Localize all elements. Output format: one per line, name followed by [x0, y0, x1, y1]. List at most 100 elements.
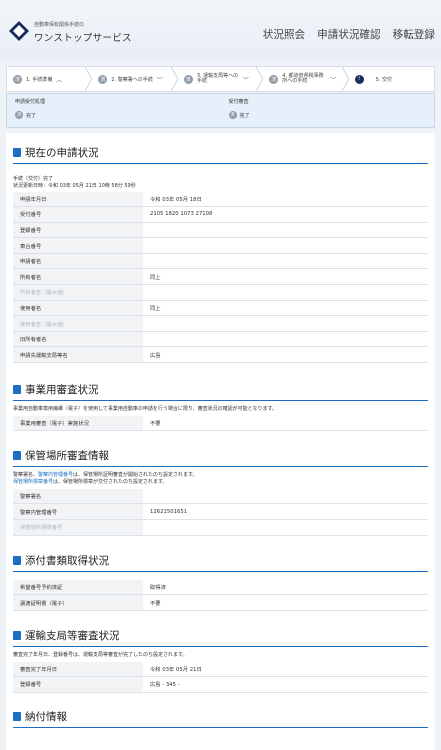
row-value: 不要 — [143, 415, 428, 432]
section-business: 事業用審査状況 事業用自動車専用繊維（電子）を使用して事業用自動車の申請を行う場… — [13, 363, 428, 432]
status-label: 受付審査 — [228, 99, 249, 105]
section-note: 事業用自動車専用繊維（電子）を使用して事業用自動車の申請を行う場合に限り、審査状… — [13, 406, 278, 413]
nav-application-status[interactable]: 申請状況確認 — [317, 27, 381, 42]
step-done-icon: 済 — [269, 74, 279, 84]
section-title-text: 保管場所審査情報 — [25, 450, 109, 463]
row-label: 申請年月日 — [13, 191, 143, 208]
step-4[interactable]: 済 4. 都道府県税事務所への手続 ﹀ — [263, 67, 349, 91]
table-row: 申請年月日 令和 03年 05月 18日 — [13, 191, 428, 208]
row-label: 希望番号予約済証 — [13, 579, 143, 596]
row-value: 令和 03年 05月 18日 — [143, 191, 428, 208]
table-row: 旧所有者名 — [13, 331, 428, 348]
status-receipt: 申請受付処理 済完了 — [7, 94, 221, 127]
row-label: 登録番号 — [13, 676, 143, 693]
status-note-line: 手続（交付）完了 — [13, 176, 54, 182]
row-label: 使用者名（最大値） — [13, 315, 143, 332]
row-value — [143, 315, 428, 332]
section-title: 運輸支局等審査状況 — [13, 628, 428, 647]
row-value — [143, 284, 428, 301]
section-title: 保管場所審査情報 — [13, 448, 428, 468]
row-label: 警察署名 — [13, 488, 143, 505]
table-row: 保管場所標章番号 — [13, 519, 428, 536]
row-label: 申請先運輸支局等名 — [13, 346, 143, 364]
current-table: 申請年月日 令和 03年 05月 18日 受付番号 2105 1820 1073 27… — [13, 191, 428, 364]
row-label: 申請者名 — [13, 253, 143, 270]
table-row: 事業用審査（電子）実施状況 不要 — [13, 415, 428, 432]
row-value: 同上 — [143, 300, 428, 317]
row-label: 所有者名（最大値） — [13, 284, 143, 301]
main-content: 現在の申請状況 手続（交付）完了 状況更新日時：令和 03年 05月 21日 1… — [6, 133, 435, 750]
row-value: 広島 - 345 - — [143, 676, 428, 693]
row-label: 登録番号 — [13, 222, 143, 239]
book-icon — [13, 711, 21, 721]
row-label: 使用者名 — [13, 300, 143, 317]
row-label: 受付番号 — [13, 206, 143, 223]
row-value — [143, 253, 428, 270]
step-done-icon: 済 — [183, 74, 193, 84]
step-label: 1. 手続準備 — [26, 76, 53, 83]
table-row: 使用者名（最大値） — [13, 315, 428, 332]
table-row: 譲渡証明書（電子） 不要 — [13, 594, 428, 611]
step-separator — [256, 67, 264, 91]
table-row: 登録番号 広島 - 345 - — [13, 676, 428, 693]
nav-transfer-registration[interactable]: 移転登録 — [393, 27, 435, 42]
row-label: 保管場所標章番号 — [13, 519, 143, 536]
table-row: 使用者名 同上 — [13, 300, 428, 317]
row-value — [143, 331, 428, 348]
logo-title: ワンストップサービス — [34, 33, 132, 44]
section-title: 現在の申請状況 — [13, 145, 428, 164]
chevron-down-icon: ﹀ — [330, 76, 337, 84]
parking-table: 警察署名 警察内管理番号 12621501651 保管場所標章番号 — [13, 488, 428, 536]
status-updated-time: 状況更新日時：令和 03年 05月 21日 10時 58分 59秒 — [13, 182, 136, 189]
logo-subtitle: 自動車保有関係手続の — [34, 22, 85, 28]
status-note: 手続（交付）完了 状況更新日時：令和 03年 05月 21日 10時 58分 5… — [13, 176, 428, 190]
section-current: 現在の申請状況 手続（交付）完了 状況更新日時：令和 03年 05月 21日 1… — [13, 133, 428, 364]
section-title: 納付情報 — [13, 709, 428, 728]
chevron-down-icon: ﹀ — [156, 76, 163, 84]
note-text: は、保管場所標章が交付されたのち設定されます。 — [53, 479, 168, 486]
step-label: 3. 運輸支局等への手続 — [196, 72, 239, 84]
nav-status-inquiry[interactable]: 状況照会 — [263, 27, 305, 42]
step-label: 5. 交付 — [375, 76, 392, 83]
book-icon — [13, 148, 21, 157]
step-2[interactable]: 済 2. 警察署への手続 ﹀ — [92, 67, 178, 91]
step-1[interactable]: 済 1. 手続準備 ︿ — [7, 67, 93, 91]
section-title: 添付書類取得状況 — [13, 553, 428, 572]
book-icon — [13, 630, 21, 640]
done-icon: 済 — [228, 111, 237, 119]
section-title: 事業用審査状況 — [13, 382, 428, 402]
step-done-icon: 済 — [98, 74, 108, 84]
row-label: 車台番号 — [13, 237, 143, 254]
section-note: 審査完了年月日、登録番号は、運輸支局等審査が完了したのち設定されます。 — [13, 651, 188, 658]
row-value: 2105 1820 1073 27108 — [143, 206, 428, 223]
row-label: 旧所有者名 — [13, 331, 143, 348]
progress-steps: 済 1. 手続準備 ︿ 済 2. 警察署への手続 ﹀ 済 3. 運輸支局等への手… — [6, 66, 435, 92]
book-icon — [13, 555, 21, 565]
row-value: 取得済 — [143, 579, 428, 596]
status-value: 完了 — [26, 112, 37, 119]
section-title-text: 添付書類取得状況 — [25, 554, 109, 567]
table-row: 登録番号 — [13, 222, 428, 239]
table-row: 申請者名 — [13, 253, 428, 270]
book-icon — [13, 385, 21, 395]
chevron-up-icon: ︿ — [56, 76, 63, 84]
header: 自動車保有関係手続の ワンストップサービス 状況照会 申請状況確認 移転登録 — [0, 0, 441, 60]
table-row: 警察署名 — [13, 488, 428, 505]
section-title-text: 事業用審査状況 — [25, 384, 99, 397]
transport-table: 審査完了年月日 令和 03年 05月 21日 登録番号 広島 - 345 - — [13, 661, 428, 693]
status-box: 申請受付処理 済完了 受付審査 済完了 — [6, 93, 435, 128]
row-label: 審査完了年月日 — [13, 661, 143, 678]
row-label: 警察内管理番号 — [13, 503, 143, 521]
section-payment: 納付情報 — [13, 693, 428, 728]
section-attach: 添付書類取得状況 希望番号予約済証 取得済 譲渡証明書（電子） 不要 — [13, 536, 428, 611]
row-value: 同上 — [143, 268, 428, 286]
step-3[interactable]: 済 3. 運輸支局等への手続 ﹀ — [178, 67, 264, 91]
row-value: 12621501651 — [143, 503, 428, 521]
step-done-icon: 済 — [13, 74, 22, 84]
section-title-text: 現在の申請状況 — [25, 147, 99, 159]
note-link[interactable]: 警察内管理番号 — [38, 472, 73, 478]
status-review: 受付審査 済完了 — [221, 94, 435, 127]
note-link[interactable]: 保管場所標章番号 — [13, 479, 53, 485]
table-row: 所有者名 同上 — [13, 268, 428, 286]
step-5[interactable]: ! 5. 交付 — [349, 67, 434, 91]
